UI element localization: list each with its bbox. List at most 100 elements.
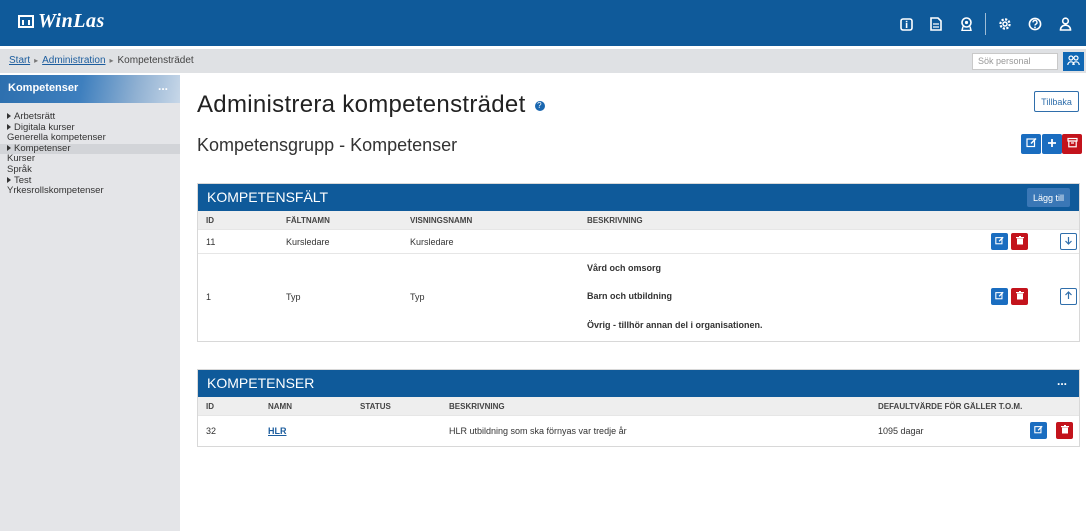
page-subtitle: Kompetensgrupp - Kompetenser	[197, 135, 458, 155]
competences-panel: KOMPETENSER ... ID NAMN STATUS BESKRIVNI…	[197, 369, 1080, 447]
search-personnel-input[interactable]: Sök personal	[972, 53, 1058, 70]
delete-row-button[interactable]	[1011, 233, 1028, 250]
plus-icon	[1047, 138, 1057, 151]
trash-icon	[1015, 291, 1024, 302]
sidebar-item-label: Kurser	[7, 153, 35, 165]
panel-title: KOMPETENSFÄLT	[207, 189, 329, 205]
edit-icon	[995, 236, 1004, 247]
edit-group-button[interactable]	[1021, 134, 1041, 154]
breadcrumb-separator: ▸	[34, 56, 39, 65]
competence-fields-panel: KOMPETENSFÄLT Lägg till ID FÄLTNAMN VISN…	[197, 183, 1080, 342]
column-header-display-name: VISNINGSNAMN	[410, 216, 473, 225]
cell-default-value: 1095 dagar	[878, 426, 924, 436]
column-header-id: ID	[206, 402, 214, 411]
cell-description: HLR utbildning som ska förnyas var tredj…	[449, 426, 627, 436]
sidebar-menu-button[interactable]: ...	[158, 79, 168, 93]
expand-arrow-icon[interactable]	[7, 176, 11, 183]
table-row: 1 Typ Typ Vård och omsorg Barn och utbil…	[198, 253, 1079, 342]
expand-arrow-icon[interactable]	[7, 144, 11, 151]
cell-id: 1	[206, 292, 212, 302]
sidebar-tree: Arbetsrätt Digitala kurser Generella kom…	[0, 111, 180, 197]
cell-description-option: Vård och omsorg	[587, 263, 662, 273]
panel-header: KOMPETENSER ...	[198, 370, 1079, 397]
logo-text: WinLas	[38, 10, 105, 32]
cell-description-option: Övrig - tillhör annan del i organisation…	[587, 320, 763, 330]
edit-row-button[interactable]	[991, 233, 1008, 250]
breadcrumb-bar: Start ▸ Administration ▸ Kompetensträdet	[0, 49, 1086, 73]
help-icon[interactable]: ?	[534, 100, 545, 111]
trash-icon	[1060, 425, 1069, 436]
column-header-id: ID	[206, 216, 214, 225]
table-header: ID NAMN STATUS BESKRIVNING DEFAULTVÄRDE …	[198, 397, 1079, 415]
move-down-button[interactable]	[1060, 233, 1077, 250]
column-header-description: BESKRIVNING	[587, 216, 643, 225]
sidebar-item-label: Kompetenser	[14, 142, 71, 154]
top-divider	[985, 13, 986, 35]
move-up-button[interactable]	[1060, 288, 1077, 305]
edit-icon	[1025, 137, 1037, 151]
cell-display-name: Kursledare	[410, 237, 454, 247]
column-header-field-name: FÄLTNAMN	[286, 216, 330, 225]
breadcrumb: Start ▸ Administration ▸ Kompetensträdet	[9, 55, 194, 66]
sidebar-item-label: Test	[14, 174, 32, 186]
trash-icon	[1015, 236, 1024, 247]
edit-icon	[1034, 425, 1043, 436]
expand-arrow-icon[interactable]	[7, 123, 11, 130]
delete-row-button[interactable]	[1011, 288, 1028, 305]
arrow-down-icon	[1064, 236, 1073, 247]
cell-field-name: Typ	[286, 292, 301, 302]
info-icon[interactable]	[891, 14, 921, 34]
cell-field-name: Kursledare	[286, 237, 330, 247]
sidebar-header: Kompetenser ...	[0, 75, 180, 103]
edit-competence-button[interactable]	[1030, 422, 1047, 439]
badge-icon[interactable]	[951, 14, 981, 34]
add-field-button[interactable]: Lägg till	[1027, 188, 1070, 207]
top-icon-bar	[891, 13, 1080, 35]
delete-competence-button[interactable]	[1056, 422, 1073, 439]
search-people-button[interactable]	[1063, 52, 1084, 71]
page-title-text: Administrera kompetensträdet	[197, 91, 526, 118]
settings-icon[interactable]	[990, 14, 1020, 34]
arrow-up-icon	[1064, 291, 1073, 302]
panel-title: KOMPETENSER	[207, 375, 315, 391]
sidebar-title: Kompetenser	[8, 82, 79, 94]
add-button[interactable]	[1042, 134, 1062, 154]
back-button[interactable]: Tillbaka	[1034, 91, 1079, 112]
edit-icon	[995, 291, 1004, 302]
cell-display-name: Typ	[410, 292, 425, 302]
edit-row-button[interactable]	[991, 288, 1008, 305]
sidebar-item-label: Digitala kurser	[14, 121, 75, 133]
expand-arrow-icon[interactable]	[7, 113, 11, 119]
sidebar-item-label: Yrkesrollskompetenser	[7, 185, 104, 197]
app-logo[interactable]: WinLas	[18, 10, 105, 33]
people-icon	[1067, 54, 1080, 69]
logo-icon	[18, 15, 34, 28]
cell-id: 32	[206, 426, 217, 436]
table-header: ID FÄLTNAMN VISNINGSNAMN BESKRIVNING	[198, 211, 1079, 229]
sidebar: Kompetenser ... Arbetsrätt Digitala kurs…	[0, 75, 180, 531]
archive-button[interactable]	[1062, 134, 1082, 154]
breadcrumb-separator: ▸	[109, 56, 114, 65]
table-row: 32 HLR HLR utbildning som ska förnyas va…	[198, 415, 1079, 445]
document-icon[interactable]	[921, 14, 951, 34]
column-header-status: STATUS	[360, 402, 391, 411]
cell-id: 11	[206, 237, 216, 247]
breadcrumb-admin-link[interactable]: Administration	[42, 55, 105, 66]
sidebar-item-label: Arbetsrätt	[14, 111, 56, 122]
breadcrumb-start-link[interactable]: Start	[9, 55, 30, 66]
sidebar-item-label: Språk	[7, 163, 32, 175]
table-row: 11 Kursledare Kursledare	[198, 229, 1079, 253]
column-header-description: BESKRIVNING	[449, 402, 505, 411]
column-header-name: NAMN	[268, 402, 292, 411]
cell-description-option: Barn och utbildning	[587, 291, 672, 301]
competence-name-link[interactable]: HLR	[268, 426, 287, 436]
breadcrumb-current: Kompetensträdet	[117, 55, 194, 66]
help-icon[interactable]	[1020, 14, 1050, 34]
page-title: Administrera kompetensträdet ?	[197, 91, 545, 119]
user-icon[interactable]	[1050, 14, 1080, 34]
archive-icon	[1066, 137, 1078, 151]
column-header-default-value: DEFAULTVÄRDE FÖR GÄLLER T.O.M.	[878, 402, 1023, 411]
sidebar-item-yrkesrollskompetenser[interactable]: Yrkesrollskompetenser	[0, 185, 180, 197]
sidebar-item-label: Generella kompetenser	[7, 132, 106, 144]
panel-menu-button[interactable]: ...	[1057, 374, 1067, 388]
